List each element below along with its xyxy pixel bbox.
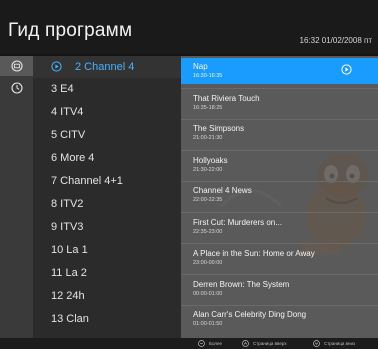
program-item[interactable]: Alan Carr's Celebrity Ding Dong 01:00-01…	[181, 306, 378, 332]
channel-item[interactable]: 12 24h	[33, 285, 181, 307]
footer-bar: Более Страница вверх Страница вниз	[0, 338, 378, 349]
clock-icon	[10, 82, 23, 94]
program-title: Alan Carr's Celebrity Ding Dong	[193, 310, 307, 319]
program-time: 00:00-01:00	[193, 291, 223, 297]
program-item[interactable]: Channel 4 News 22:00-22:35	[181, 182, 378, 208]
program-item[interactable]: First Cut: Murderers on... 22:35-23:00	[181, 214, 378, 240]
program-time: 22:35-23:00	[193, 229, 223, 235]
program-item[interactable]: Derren Brown: The System 00:00-01:00	[181, 276, 378, 302]
channel-label: 2 Channel 4	[75, 61, 135, 73]
divider	[181, 212, 378, 213]
page-down-label: Страница вниз	[324, 341, 356, 346]
side-rail	[0, 56, 33, 338]
program-title: First Cut: Murderers on...	[193, 218, 282, 227]
program-time: 16:30-16:35	[193, 73, 223, 79]
channel-label: 5 CITV	[51, 129, 86, 141]
program-time: 23:00-00:00	[193, 260, 223, 266]
divider	[181, 150, 378, 151]
program-time: 21:30-22:00	[193, 167, 223, 173]
channel-label: 9 ITV3	[51, 221, 84, 233]
program-title: Channel 4 News	[193, 186, 252, 195]
page-title: Гид программ	[8, 20, 133, 41]
program-time: 16:35-18:25	[193, 105, 223, 111]
program-time: 01:00-01:50	[193, 321, 223, 327]
program-title: Nap	[193, 62, 208, 71]
channel-item[interactable]: 2 Channel 4	[33, 56, 181, 78]
divider	[181, 88, 378, 89]
channel-label: 8 ITV2	[51, 198, 84, 210]
channel-label: 12 24h	[51, 290, 85, 302]
channel-item[interactable]: 5 CITV	[33, 124, 181, 146]
channel-label: 7 Channel 4+1	[51, 175, 123, 187]
channel-item[interactable]: 6 More 4	[33, 147, 181, 169]
program-item[interactable]: That Riviera Touch 16:35-18:25	[181, 90, 378, 116]
program-title: The Simpsons	[193, 124, 245, 133]
program-list: Nap 16:30-16:35 That Riviera Touch 16:35…	[181, 56, 378, 338]
channel-item[interactable]: 13 Clan	[33, 308, 181, 330]
channel-label: 13 Clan	[51, 313, 89, 325]
channel-item[interactable]: 4 ITV4	[33, 101, 181, 123]
channel-item[interactable]: 9 ITV3	[33, 216, 181, 238]
channel-label: 3 E4	[51, 83, 74, 95]
program-title: A Place in the Sun: Home or Away	[193, 249, 315, 258]
program-item[interactable]: Hollyoaks 21:30-22:00	[181, 152, 378, 178]
channel-item[interactable]: 10 La 1	[33, 239, 181, 261]
page-up-label: Страница вверх	[253, 341, 287, 346]
divider	[181, 274, 378, 275]
program-item[interactable]: Nap 16:30-16:35	[181, 58, 378, 84]
play-icon	[341, 64, 352, 75]
page-up-icon	[242, 340, 249, 347]
program-time: 22:00-22:35	[193, 197, 223, 203]
more-label: Более	[209, 341, 222, 346]
channel-item[interactable]: 8 ITV2	[33, 193, 181, 215]
header-bar: Гид программ 16:32 01/02/2008 пт	[0, 0, 378, 54]
divider	[181, 243, 378, 244]
channel-label: 11 La 2	[51, 267, 87, 279]
datetime-label: 16:32 01/02/2008 пт	[299, 36, 373, 45]
rail-tv-button[interactable]	[0, 56, 33, 76]
tv-icon	[10, 60, 23, 72]
rail-clock-button[interactable]	[0, 78, 33, 98]
program-title: That Riviera Touch	[193, 94, 260, 103]
channel-label: 10 La 1	[51, 244, 88, 256]
channel-item[interactable]: 7 Channel 4+1	[33, 170, 181, 192]
channel-item[interactable]: 3 E4	[33, 78, 181, 100]
channel-label: 4 ITV4	[51, 106, 84, 118]
page-down-icon	[313, 340, 320, 347]
program-title: Derren Brown: The System	[193, 280, 290, 289]
page-down-hint[interactable]: Страница вниз	[313, 340, 355, 347]
program-item[interactable]: A Place in the Sun: Home or Away 23:00-0…	[181, 245, 378, 271]
more-hint[interactable]: Более	[198, 340, 222, 347]
program-title: Hollyoaks	[193, 156, 228, 165]
program-time: 21:00-21:30	[193, 135, 223, 141]
channel-label: 6 More 4	[51, 152, 95, 164]
play-icon	[51, 61, 62, 72]
channel-item[interactable]: 11 La 2	[33, 262, 181, 284]
page-up-hint[interactable]: Страница вверх	[242, 340, 287, 347]
more-button-icon	[198, 340, 205, 347]
channel-list: 2 Channel 4 3 E4 4 ITV4 5 CITV 6 More 4 …	[33, 56, 181, 338]
program-item[interactable]: The Simpsons 21:00-21:30	[181, 120, 378, 146]
